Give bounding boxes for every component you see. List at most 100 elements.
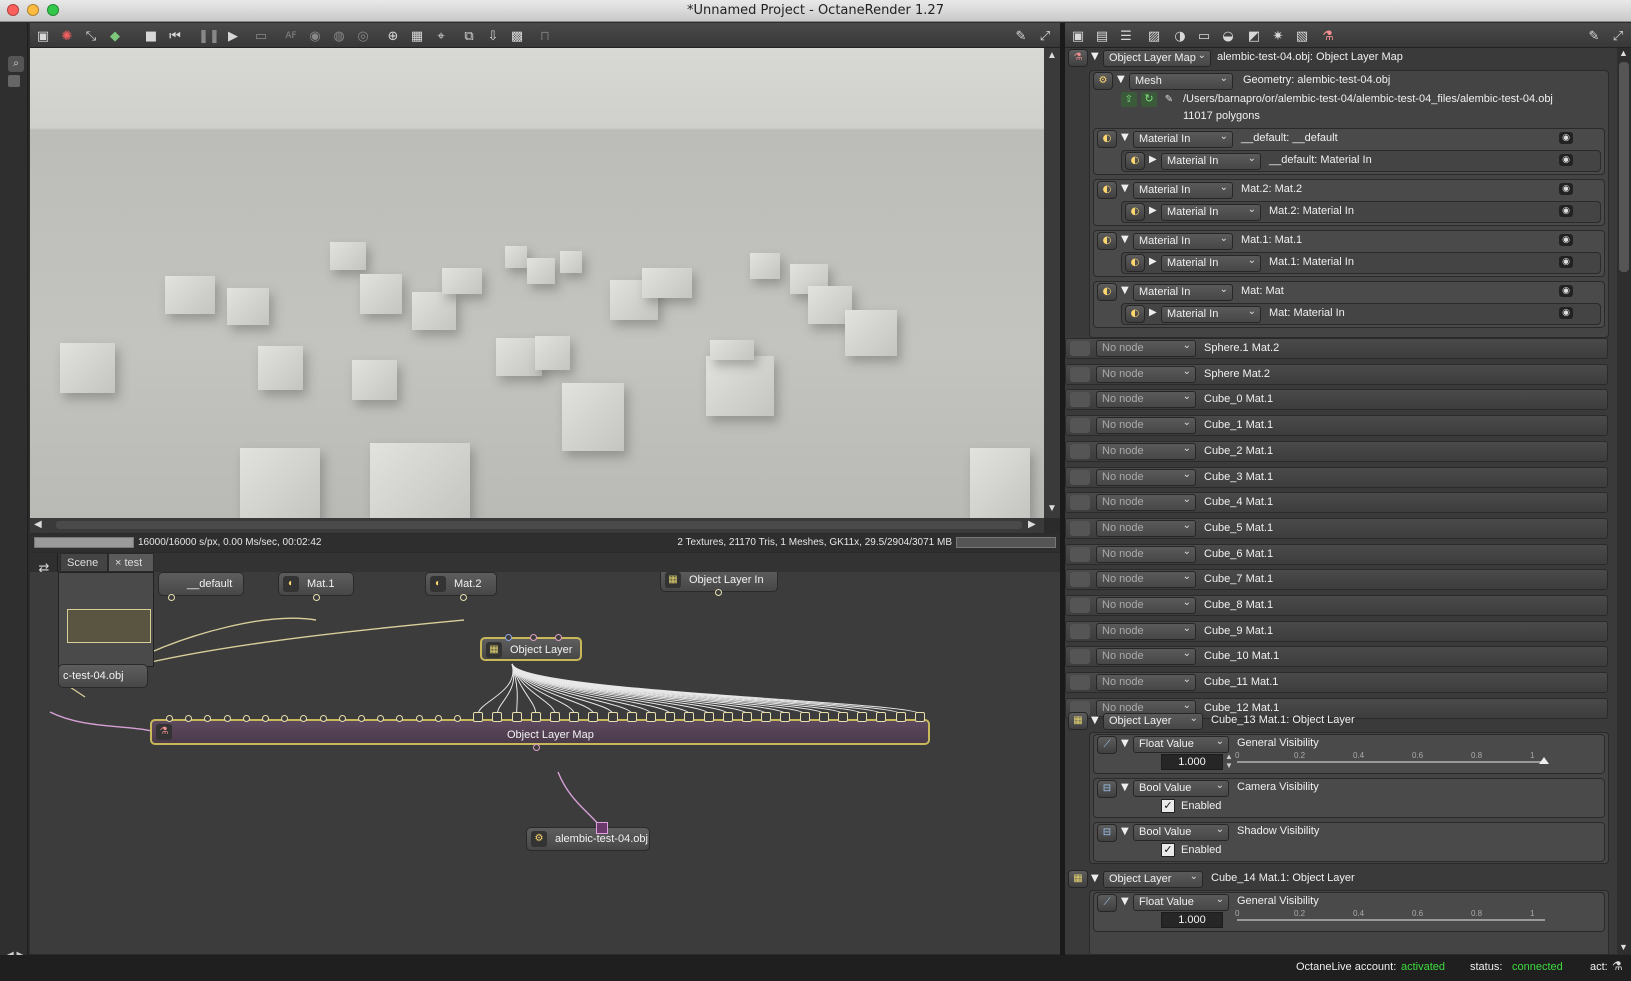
object-layer-map-tool-icon[interactable]: ⚗ xyxy=(1319,27,1337,45)
pin[interactable] xyxy=(895,712,906,722)
pin[interactable] xyxy=(338,715,346,722)
expand-arrow-icon[interactable]: ▶ xyxy=(1149,154,1157,165)
collapse-arrow-icon[interactable]: ▼ xyxy=(1121,826,1129,837)
minimap-viewport[interactable] xyxy=(67,609,151,643)
pin[interactable] xyxy=(415,715,423,722)
collapse-arrow-icon[interactable]: ▼ xyxy=(1091,51,1099,62)
viewport-icon[interactable]: ▭ xyxy=(252,27,270,45)
pin[interactable] xyxy=(780,712,791,722)
no-node-dropdown[interactable]: No node xyxy=(1096,467,1196,486)
pin[interactable] xyxy=(454,715,461,722)
environment-icon[interactable]: ◒ xyxy=(1219,27,1237,45)
collapse-arrow-icon[interactable]: ▼ xyxy=(1121,782,1129,793)
eye-icon[interactable]: ◉ xyxy=(1559,285,1573,297)
pin[interactable] xyxy=(857,712,868,722)
pin[interactable] xyxy=(313,594,320,601)
mesh-input-pin[interactable] xyxy=(596,822,608,834)
stop-icon[interactable]: ■ xyxy=(142,27,160,45)
node-mesh[interactable]: ⚙ alembic-test-04.obj xyxy=(526,827,650,851)
stepper-arrows-icon[interactable]: ▲ ▼ xyxy=(1225,752,1233,770)
node-mesh-left[interactable]: c-test-04.obj xyxy=(58,664,148,688)
pin[interactable] xyxy=(511,712,522,722)
kernel-icon[interactable]: ◑ xyxy=(1171,27,1189,45)
general-visibility-value[interactable]: 1.000 xyxy=(1161,754,1223,770)
focus-picker-icon[interactable]: ⌖ xyxy=(432,27,450,45)
eye-icon[interactable]: ◉ xyxy=(1559,256,1573,268)
pin[interactable] xyxy=(434,715,442,722)
collapse-arrow-icon[interactable]: ▼ xyxy=(1121,738,1129,749)
render-region-icon[interactable]: ▣ xyxy=(34,27,52,45)
pin[interactable] xyxy=(533,744,540,751)
inspector-wrench-icon[interactable]: ✎ xyxy=(1585,27,1603,45)
render-viewport[interactable] xyxy=(30,48,1044,518)
camera-visibility-checkbox[interactable]: ✓ xyxy=(1161,799,1175,813)
material-type-dropdown[interactable]: Material In xyxy=(1133,282,1233,301)
node-mat1[interactable]: ◐ Mat.1 xyxy=(278,572,354,596)
no-node-dropdown[interactable]: No node xyxy=(1096,672,1196,692)
wrench-icon[interactable]: ✎ xyxy=(1012,27,1030,45)
eye-icon[interactable]: ◉ xyxy=(1559,154,1573,166)
node-minimap[interactable] xyxy=(58,572,154,667)
collapse-arrow-icon[interactable]: ▼ xyxy=(1121,234,1129,245)
copy-icon[interactable]: ⧉ xyxy=(460,27,478,45)
object-pick-icon[interactable]: ◎ xyxy=(354,27,372,45)
eye-icon[interactable]: ◉ xyxy=(1559,205,1573,217)
pin[interactable] xyxy=(550,712,560,722)
region-select-icon[interactable]: ▦ xyxy=(408,27,426,45)
material-child-type-dropdown[interactable]: Material In xyxy=(1161,202,1261,221)
pin[interactable] xyxy=(166,715,173,722)
no-node-dropdown[interactable]: No node xyxy=(1096,441,1196,460)
texture-icon[interactable]: ▧ xyxy=(1293,27,1311,45)
color-picker-icon[interactable]: ◉ xyxy=(306,27,324,45)
pin[interactable] xyxy=(396,715,404,722)
no-node-dropdown[interactable]: No node xyxy=(1096,364,1196,383)
export-icon[interactable]: ⇩ xyxy=(484,27,502,45)
material-type-dropdown[interactable]: Material In xyxy=(1133,180,1233,199)
collapse-arrow-icon[interactable]: ▼ xyxy=(1121,285,1129,296)
inspector-fullscreen-icon[interactable]: ⤢ xyxy=(1609,27,1627,45)
material-type-dropdown[interactable]: Material In xyxy=(1133,129,1233,148)
collapse-arrow-icon[interactable]: ▼ xyxy=(1121,183,1129,194)
load-mesh-icon[interactable]: ⇧ xyxy=(1121,92,1137,107)
tab-scene[interactable]: Scene xyxy=(60,553,108,572)
color-cube-icon[interactable]: ◆ xyxy=(106,27,124,45)
zoom-icon[interactable]: ⌕ xyxy=(8,56,24,72)
pin[interactable] xyxy=(818,712,829,722)
pin[interactable] xyxy=(703,712,714,722)
pin[interactable] xyxy=(492,712,503,722)
no-node-dropdown[interactable]: No node xyxy=(1096,544,1196,563)
slider-handle[interactable] xyxy=(1539,757,1549,764)
pin[interactable] xyxy=(665,712,676,722)
pin[interactable] xyxy=(319,715,327,722)
play-icon[interactable]: ▶ xyxy=(224,27,242,45)
collapse-arrow-icon[interactable]: ▼ xyxy=(1117,74,1125,85)
pin[interactable] xyxy=(358,715,365,722)
inspector-scroll-thumb[interactable] xyxy=(1619,62,1629,272)
collapse-arrow-icon[interactable]: ▼ xyxy=(1091,873,1099,884)
pin[interactable] xyxy=(799,712,810,722)
node-default[interactable]: __default xyxy=(158,572,244,596)
pin[interactable] xyxy=(722,712,733,722)
no-node-dropdown[interactable]: No node xyxy=(1096,338,1196,357)
node-mat2[interactable]: ◐ Mat.2 xyxy=(425,572,497,596)
viewport-vertical-scrollbar[interactable]: ▲ ▼ xyxy=(1044,48,1060,518)
mesh-settings-icon[interactable]: ✎ xyxy=(1161,92,1177,107)
collapse-arrow-icon[interactable]: ▼ xyxy=(1121,132,1129,143)
af-icon[interactable]: AF xyxy=(282,27,300,45)
eye-icon[interactable]: ◉ xyxy=(1559,234,1573,246)
pin[interactable] xyxy=(168,594,175,601)
pin[interactable] xyxy=(530,712,541,722)
reload-mesh-icon[interactable]: ↻ xyxy=(1141,92,1157,107)
pin[interactable] xyxy=(530,634,537,641)
pin[interactable] xyxy=(555,634,562,641)
camera-settings-icon[interactable]: ▣ xyxy=(1069,27,1087,45)
pin[interactable] xyxy=(761,712,772,722)
pin[interactable] xyxy=(262,715,269,722)
no-node-dropdown[interactable]: No node xyxy=(1096,646,1196,666)
pin[interactable] xyxy=(223,715,231,722)
pin[interactable] xyxy=(473,712,484,722)
no-node-dropdown[interactable]: No node xyxy=(1096,595,1196,614)
fit-icon[interactable]: ⤡ xyxy=(82,27,100,45)
fullscreen-icon[interactable]: ⤢ xyxy=(1036,27,1054,45)
material-child-type-dropdown[interactable]: Material In xyxy=(1161,304,1261,323)
